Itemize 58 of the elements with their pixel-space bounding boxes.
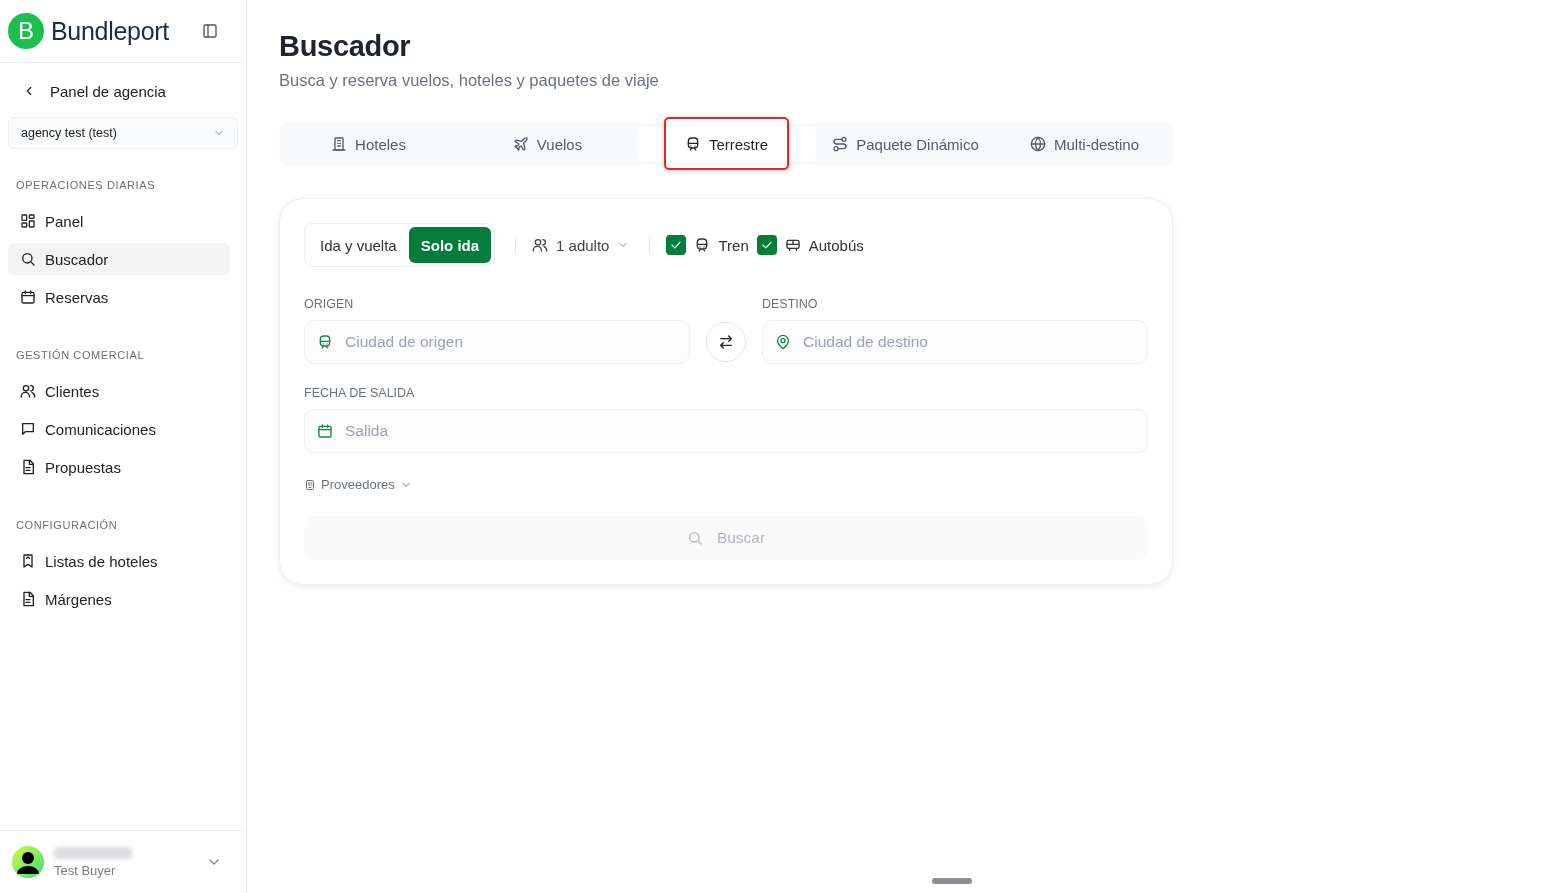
checkbox[interactable] [666,235,687,255]
calendar-icon [20,289,36,305]
building-icon [331,136,348,152]
passengers-select[interactable]: 1 adulto [532,236,630,254]
nav-item[interactable]: Panel [8,205,230,237]
location-pin-icon [775,334,791,350]
nav-item[interactable]: Comunicaciones [8,413,230,445]
nav-item[interactable]: Propuestas [8,451,230,483]
field-label: DESTINO [762,297,818,311]
swap-icon [718,334,734,350]
plane-icon [512,136,529,152]
field-label: FECHA DE SALIDA [304,386,415,400]
trip-type-option[interactable]: Solo ida [408,227,492,263]
section-heading: GESTIÓN COMERCIAL [16,349,146,361]
search-icon [686,530,703,546]
scroll-handle[interactable] [932,878,972,884]
transport-label: Autobús [808,236,864,254]
grid-icon [20,213,36,229]
checkbox[interactable] [756,235,777,255]
globe-icon [1029,136,1046,152]
tab[interactable]: Paquete Dinámico [816,127,995,161]
nav-item[interactable]: Clientes [8,375,230,407]
section-heading: CONFIGURACIÓN [16,519,119,531]
tab[interactable]: Terrestre [637,127,816,161]
brand-name: Bundleport [51,16,169,46]
logo-mark: B [8,13,44,49]
providers-dropdown[interactable]: Proveedores [304,477,412,492]
page-title: Buscador [279,30,411,63]
nav-item[interactable]: Reservas [8,281,230,313]
tab[interactable]: Vuelos [458,127,637,161]
agency-select[interactable]: agency test (test) [8,117,238,149]
nav-item[interactable]: Buscador [8,243,230,275]
user-role: Test Buyer [54,862,117,878]
section-heading: OPERACIONES DIARIAS [16,179,157,191]
trip-type-option[interactable]: Ida y vuelta [308,227,409,263]
tab[interactable]: Multi-destino [995,127,1174,161]
route-icon [832,136,849,152]
tab[interactable]: Hoteles [279,127,458,161]
document-icon [20,591,36,607]
transport-label: Tren [718,236,749,254]
bookmark-icon [20,553,36,569]
document-icon [20,459,36,475]
train-icon [317,334,333,350]
chat-icon [20,421,36,437]
users-icon [532,237,549,253]
page-subtitle: Busca y reserva vuelos, hoteles y paquetes de viaje [279,71,659,90]
back-link[interactable]: Panel de agencia [22,81,246,101]
sidebar-toggle-icon[interactable] [202,23,218,39]
avatar [12,846,44,878]
search-icon [20,251,36,267]
list-icon [304,478,316,491]
bus-icon [784,237,801,253]
field-label: ORIGEN [304,297,354,311]
nav-item[interactable]: Listas de hoteles [8,545,230,577]
calendar-icon [317,423,333,439]
nav-item[interactable]: Márgenes [8,583,230,615]
users-icon [20,383,36,399]
swap-button[interactable] [706,322,746,362]
